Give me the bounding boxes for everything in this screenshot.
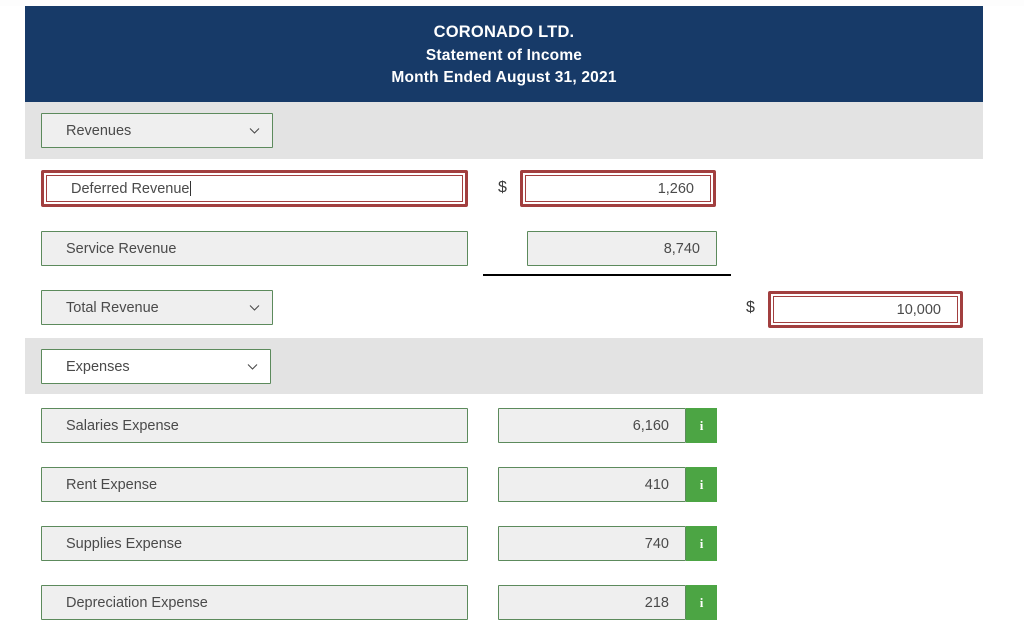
info-icon[interactable]: i bbox=[686, 408, 717, 443]
text-caret bbox=[189, 181, 191, 196]
expense-account-input-2[interactable]: Rent Expense bbox=[41, 467, 468, 502]
info-icon[interactable]: i bbox=[686, 526, 717, 561]
expenses-section-select[interactable]: Expenses bbox=[41, 349, 271, 384]
revenue-account-input-1-inner: Deferred Revenue bbox=[46, 175, 463, 202]
revenue-amount-input-1-inner: 1,260 bbox=[525, 175, 711, 202]
revenue-account-input-2[interactable]: Service Revenue bbox=[41, 231, 468, 266]
expense-account-value-1: Salaries Expense bbox=[66, 417, 179, 434]
company-name: CORONADO LTD. bbox=[433, 23, 575, 42]
revenue-account-input-1[interactable]: Deferred Revenue bbox=[41, 170, 468, 207]
revenue-account-value-1: Deferred Revenue bbox=[71, 180, 190, 197]
revenues-section-select-label: Revenues bbox=[66, 122, 132, 139]
expense-account-value-4: Depreciation Expense bbox=[66, 594, 208, 611]
chevron-down-icon bbox=[249, 302, 260, 313]
expense-amount-input-4[interactable]: 218 bbox=[498, 585, 686, 620]
statement-header: CORONADO LTD. Statement of Income Month … bbox=[25, 6, 983, 102]
expense-amount-value-2: 410 bbox=[644, 476, 669, 493]
currency-symbol-total-revenue: $ bbox=[746, 299, 755, 316]
revenue-account-value-2: Service Revenue bbox=[66, 240, 177, 257]
revenues-section-select[interactable]: Revenues bbox=[41, 113, 273, 148]
revenue-amount-input-1[interactable]: 1,260 bbox=[520, 170, 716, 207]
expense-amount-value-4: 218 bbox=[644, 594, 669, 611]
currency-symbol-1: $ bbox=[498, 179, 507, 196]
expense-account-input-1[interactable]: Salaries Expense bbox=[41, 408, 468, 443]
chevron-down-icon bbox=[247, 361, 258, 372]
expense-account-input-4[interactable]: Depreciation Expense bbox=[41, 585, 468, 620]
expense-amount-input-1[interactable]: 6,160 bbox=[498, 408, 686, 443]
chevron-down-icon bbox=[249, 125, 260, 136]
expense-amount-input-2[interactable]: 410 bbox=[498, 467, 686, 502]
revenue-amount-input-2[interactable]: 8,740 bbox=[527, 231, 717, 266]
statement-period: Month Ended August 31, 2021 bbox=[391, 68, 617, 86]
expenses-section-select-label: Expenses bbox=[66, 358, 130, 375]
total-revenue-amount-value: 10,000 bbox=[896, 301, 941, 318]
income-statement-worksheet: CORONADO LTD. Statement of Income Month … bbox=[0, 0, 1024, 634]
total-revenue-label: Total Revenue bbox=[66, 299, 159, 316]
expense-amount-value-3: 740 bbox=[644, 535, 669, 552]
revenue-amount-value-2: 8,740 bbox=[663, 240, 700, 257]
statement-title: Statement of Income bbox=[425, 46, 583, 64]
expense-amount-input-3[interactable]: 740 bbox=[498, 526, 686, 561]
info-icon[interactable]: i bbox=[686, 467, 717, 502]
expense-amount-value-1: 6,160 bbox=[632, 417, 669, 434]
total-revenue-select[interactable]: Total Revenue bbox=[41, 290, 273, 325]
revenue-subtotal-rule bbox=[483, 274, 731, 276]
total-revenue-amount-input[interactable]: 10,000 bbox=[768, 291, 963, 328]
revenue-amount-value-1: 1,260 bbox=[657, 180, 694, 197]
total-revenue-amount-inner: 10,000 bbox=[773, 296, 958, 323]
expense-account-value-2: Rent Expense bbox=[66, 476, 158, 493]
expense-account-input-3[interactable]: Supplies Expense bbox=[41, 526, 468, 561]
info-icon[interactable]: i bbox=[686, 585, 717, 620]
expense-account-value-3: Supplies Expense bbox=[66, 535, 183, 552]
